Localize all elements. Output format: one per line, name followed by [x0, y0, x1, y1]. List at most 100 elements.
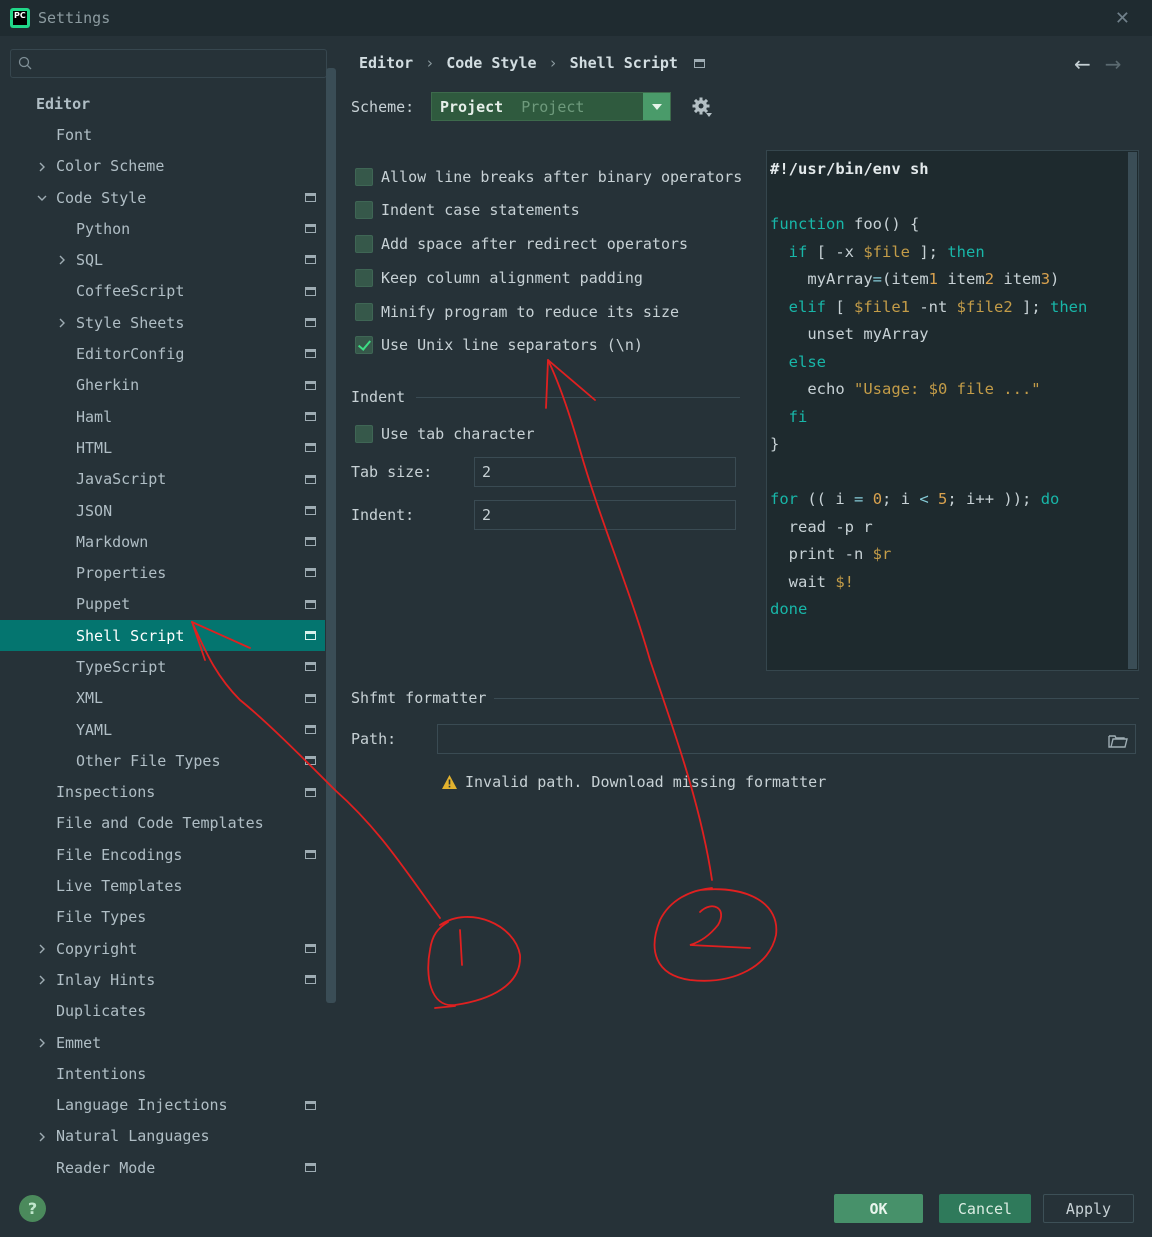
sidebar-item-emmet[interactable]: Emmet [0, 1027, 325, 1058]
sidebar-item-shell-script[interactable]: Shell Script [0, 620, 325, 652]
chevron-down-icon[interactable] [643, 93, 670, 120]
option-row[interactable]: Keep column alignment padding [355, 269, 643, 287]
chevron-right-icon[interactable] [36, 974, 48, 986]
apply-button[interactable]: Apply [1043, 1194, 1134, 1223]
sidebar-item-javascript[interactable]: JavaScript [0, 464, 325, 495]
sidebar-item-inspections[interactable]: Inspections [0, 777, 325, 808]
sidebar-item-markdown[interactable]: Markdown [0, 526, 325, 557]
sidebar-item-inlay-hints[interactable]: Inlay Hints [0, 964, 325, 995]
sidebar-item-yaml[interactable]: YAML [0, 714, 325, 745]
scheme-dropdown[interactable]: Project Project [431, 92, 671, 121]
option-label: Minify program to reduce its size [381, 303, 680, 321]
project-level-icon [305, 944, 316, 954]
sidebar-item-python[interactable]: Python [0, 213, 325, 244]
sidebar-item-editor[interactable]: Editor [0, 88, 325, 119]
path-input[interactable] [437, 724, 1136, 754]
option-row[interactable]: Add space after redirect operators [355, 235, 688, 253]
sidebar-item-properties[interactable]: Properties [0, 557, 325, 588]
sidebar-item-live-templates[interactable]: Live Templates [0, 870, 325, 901]
project-level-icon [305, 380, 316, 390]
option-row[interactable]: Use Unix line separators (\n) [355, 336, 643, 354]
sidebar-item-duplicates[interactable]: Duplicates [0, 996, 325, 1027]
use-tab-option[interactable]: Use tab character [355, 425, 535, 443]
annotation-digit-1 [459, 929, 463, 966]
sidebar-item-label: Inspections [56, 783, 156, 802]
sidebar-item-natural-languages[interactable]: Natural Languages [0, 1121, 325, 1152]
chevron-right-icon[interactable] [36, 161, 48, 173]
sidebar-item-coffeescript[interactable]: CoffeeScript [0, 276, 325, 307]
annotation-circle-1 [427, 916, 521, 1009]
option-row[interactable]: Indent case statements [355, 201, 580, 219]
option-row[interactable]: Allow line breaks after binary operators [355, 168, 742, 186]
shfmt-section-title: Shfmt formatter [351, 689, 487, 707]
sidebar-item-label: Copyright [56, 939, 138, 958]
tab-size-input[interactable]: 2 [474, 457, 736, 487]
sidebar-item-font[interactable]: Font [0, 119, 325, 150]
gear-icon[interactable] [691, 96, 713, 118]
back-arrow-icon[interactable]: ← [1074, 52, 1091, 76]
chevron-down-icon[interactable] [36, 192, 48, 204]
ok-button[interactable]: OK [834, 1194, 923, 1223]
sidebar-item-language-injections[interactable]: Language Injections [0, 1090, 325, 1121]
sidebar-item-file-and-code-templates[interactable]: File and Code Templates [0, 808, 325, 839]
sidebar-item-puppet[interactable]: Puppet [0, 589, 325, 620]
cancel-button[interactable]: Cancel [939, 1194, 1031, 1223]
chevron-right-icon[interactable] [56, 254, 68, 266]
option-checkbox[interactable] [355, 168, 373, 186]
forward-arrow-icon[interactable]: → [1105, 52, 1122, 76]
chevron-right-icon[interactable] [36, 1037, 48, 1049]
breadcrumb-item[interactable]: Editor [359, 54, 413, 72]
preview-scrollbar[interactable] [1128, 152, 1137, 669]
sidebar-item-code-style[interactable]: Code Style [0, 182, 325, 213]
option-checkbox[interactable] [355, 303, 373, 321]
sidebar-item-sql[interactable]: SQL [0, 244, 325, 275]
sidebar-item-json[interactable]: JSON [0, 495, 325, 526]
project-level-icon [305, 693, 316, 703]
option-checkbox[interactable] [355, 201, 373, 219]
help-button[interactable]: ? [19, 1195, 46, 1222]
sidebar-item-xml[interactable]: XML [0, 683, 325, 714]
chevron-right-icon[interactable] [56, 317, 68, 329]
project-level-icon [305, 568, 316, 578]
project-level-icon [305, 1100, 316, 1110]
option-checkbox[interactable] [355, 235, 373, 253]
sidebar-item-intentions[interactable]: Intentions [0, 1058, 325, 1089]
close-icon[interactable]: ✕ [1115, 8, 1130, 29]
sidebar-item-label: JSON [76, 501, 113, 520]
sidebar-item-file-encodings[interactable]: File Encodings [0, 839, 325, 870]
sidebar-item-copyright[interactable]: Copyright [0, 933, 325, 964]
breadcrumb-item[interactable]: Code Style [446, 54, 536, 72]
sidebar-item-style-sheets[interactable]: Style Sheets [0, 307, 325, 338]
chevron-right-icon[interactable] [36, 1131, 48, 1143]
folder-icon[interactable] [1108, 733, 1128, 749]
option-checkbox[interactable] [355, 269, 373, 287]
settings-search-input[interactable] [10, 49, 327, 78]
sidebar-scrollbar[interactable] [326, 68, 336, 1003]
sidebar-item-file-types[interactable]: File Types [0, 902, 325, 933]
project-level-icon [305, 756, 316, 766]
sidebar-item-haml[interactable]: Haml [0, 401, 325, 432]
code-line: wait $! [770, 572, 854, 591]
sidebar-item-label: CoffeeScript [76, 282, 185, 301]
use-tab-checkbox[interactable] [355, 425, 373, 443]
sidebar-item-gherkin[interactable]: Gherkin [0, 370, 325, 401]
option-label: Indent case statements [381, 201, 580, 219]
sidebar-item-label: Properties [76, 564, 167, 583]
sidebar-item-editorconfig[interactable]: EditorConfig [0, 338, 325, 369]
code-preview[interactable]: #!/usr/bin/env sh function foo() { if [ … [766, 150, 1139, 671]
title-bar: PC Settings ✕ [0, 0, 1152, 36]
option-row[interactable]: Minify program to reduce its size [355, 303, 679, 321]
option-checkbox[interactable] [355, 336, 373, 354]
indent-input[interactable]: 2 [474, 500, 736, 530]
sidebar-item-label: HTML [76, 438, 113, 457]
sidebar-item-color-scheme[interactable]: Color Scheme [0, 151, 325, 182]
sidebar-item-other-file-types[interactable]: Other File Types [0, 745, 325, 776]
sidebar-item-html[interactable]: HTML [0, 432, 325, 463]
warning-icon [442, 775, 457, 789]
sidebar-item-label: Duplicates [56, 1002, 147, 1021]
chevron-right-icon[interactable] [36, 943, 48, 955]
sidebar-item-label: Python [76, 219, 131, 238]
sidebar-item-typescript[interactable]: TypeScript [0, 651, 325, 682]
sidebar-item-reader-mode[interactable]: Reader Mode [0, 1152, 325, 1183]
navigation-arrows: ← → [1074, 52, 1122, 76]
